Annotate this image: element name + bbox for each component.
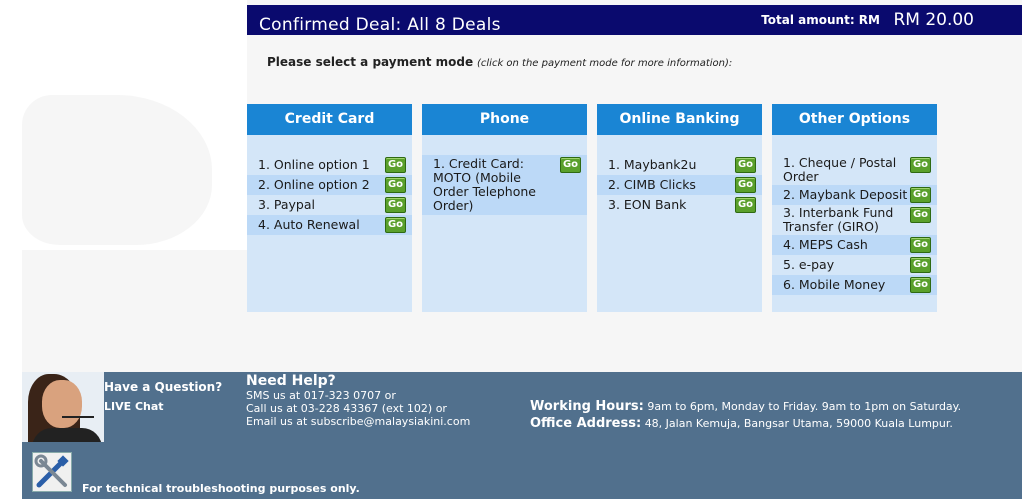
go-button[interactable]: Go bbox=[910, 277, 931, 293]
payment-option[interactable]: 2. Maybank Deposit Go bbox=[772, 185, 937, 205]
help-title: Need Help? bbox=[246, 373, 336, 389]
go-button[interactable]: Go bbox=[735, 177, 756, 193]
option-label: 2. CIMB Clicks bbox=[608, 177, 696, 192]
column-title: Other Options bbox=[772, 104, 937, 135]
option-label: 3. EON Bank bbox=[608, 197, 687, 212]
payment-option[interactable]: 3. EON Bank Go bbox=[597, 195, 762, 215]
option-label: 1. Credit Card: MOTO (Mobile Order Telep… bbox=[433, 156, 536, 213]
payment-column-credit-card: Credit Card 1. Online option 1 Go 2. Onli… bbox=[247, 104, 412, 312]
go-button[interactable]: Go bbox=[560, 157, 581, 173]
option-label: 4. Auto Renewal bbox=[258, 217, 360, 232]
payment-option[interactable]: 3. Interbank Fund Transfer (GIRO) Go bbox=[772, 205, 937, 235]
column-title: Online Banking bbox=[597, 104, 762, 135]
go-button[interactable]: Go bbox=[910, 187, 931, 203]
hours-value: 9am to 6pm, Monday to Friday. 9am to 1pm… bbox=[647, 400, 962, 413]
total-amount-label: Total amount: RM bbox=[761, 13, 880, 27]
option-label: 5. e-pay bbox=[783, 257, 835, 272]
working-hours: Working Hours: 9am to 6pm, Monday to Fri… bbox=[530, 399, 961, 414]
go-button[interactable]: Go bbox=[910, 157, 931, 173]
option-label: 1. Maybank2u bbox=[608, 157, 697, 172]
option-list: 1. Online option 1 Go 2. Online option 2 G… bbox=[247, 155, 412, 235]
option-label: 3. Interbank Fund Transfer (GIRO) bbox=[783, 205, 894, 234]
go-button[interactable]: Go bbox=[735, 197, 756, 213]
column-title: Phone bbox=[422, 104, 587, 135]
troubleshooting-tools-icon[interactable] bbox=[32, 452, 72, 492]
go-button[interactable]: Go bbox=[910, 257, 931, 273]
option-label: 3. Paypal bbox=[258, 197, 316, 212]
right-margin bbox=[1022, 0, 1035, 499]
support-agent-avatar bbox=[22, 372, 104, 442]
go-button[interactable]: Go bbox=[385, 197, 406, 213]
payment-option[interactable]: 2. Online option 2 Go bbox=[247, 175, 412, 195]
question-heading: Have a Question? bbox=[104, 380, 223, 394]
payment-mode-prompt: Please select a payment mode (click on t… bbox=[267, 55, 732, 69]
payment-column-other-options: Other Options 1. Cheque / Postal Order Go… bbox=[772, 104, 937, 312]
prompt-text: Please select a payment mode bbox=[267, 55, 474, 69]
payment-option[interactable]: 2. CIMB Clicks Go bbox=[597, 175, 762, 195]
column-title: Credit Card bbox=[247, 104, 412, 135]
address-label: Office Address: bbox=[530, 416, 642, 431]
email-line: Email us at subscribe@malaysiakini.com bbox=[246, 415, 471, 428]
option-list: 1. Maybank2u Go 2. CIMB Clicks Go 3. EON B… bbox=[597, 155, 762, 215]
go-button[interactable]: Go bbox=[385, 217, 406, 233]
side-decoration bbox=[22, 0, 247, 372]
office-address: Office Address: 48, Jalan Kemuja, Bangsa… bbox=[530, 416, 953, 431]
payment-option[interactable]: 1. Cheque / Postal Order Go bbox=[772, 155, 937, 185]
technical-note: For technical troubleshooting purposes o… bbox=[82, 482, 360, 495]
help-block: Need Help? SMS us at 017-323 0707 or Cal… bbox=[246, 373, 470, 428]
payment-option[interactable]: 4. MEPS Cash Go bbox=[772, 235, 937, 255]
live-chat-link[interactable]: LIVE Chat bbox=[104, 400, 164, 413]
prompt-hint: (click on the payment mode for more info… bbox=[476, 58, 733, 69]
page-title: Confirmed Deal: All 8 Deals bbox=[259, 15, 501, 35]
option-label: 1. Online option 1 bbox=[258, 157, 370, 172]
go-button[interactable]: Go bbox=[385, 177, 406, 193]
hours-label: Working Hours: bbox=[530, 399, 644, 414]
payment-option[interactable]: 3. Paypal Go bbox=[247, 195, 412, 215]
go-button[interactable]: Go bbox=[385, 157, 406, 173]
payment-option[interactable]: 1. Maybank2u Go bbox=[597, 155, 762, 175]
option-list: 1. Credit Card: MOTO (Mobile Order Telep… bbox=[422, 155, 587, 215]
payment-column-online-banking: Online Banking 1. Maybank2u Go 2. CIMB Cl… bbox=[597, 104, 762, 312]
decor-shape bbox=[22, 95, 212, 245]
go-button[interactable]: Go bbox=[735, 157, 756, 173]
option-label: 4. MEPS Cash bbox=[783, 237, 868, 252]
payment-column-phone: Phone 1. Credit Card: MOTO (Mobile Order… bbox=[422, 104, 587, 312]
payment-option[interactable]: 1. Credit Card: MOTO (Mobile Order Telep… bbox=[422, 155, 587, 215]
left-margin bbox=[0, 0, 22, 499]
option-label: 6. Mobile Money bbox=[783, 277, 886, 292]
option-label: 1. Cheque / Postal Order bbox=[783, 155, 897, 184]
go-button[interactable]: Go bbox=[910, 237, 931, 253]
payment-option[interactable]: 4. Auto Renewal Go bbox=[247, 215, 412, 235]
option-list: 1. Cheque / Postal Order Go 2. Maybank De… bbox=[772, 155, 937, 295]
option-label: 2. Online option 2 bbox=[258, 177, 370, 192]
sms-line: SMS us at 017-323 0707 or bbox=[246, 389, 396, 402]
payment-option[interactable]: 5. e-pay Go bbox=[772, 255, 937, 275]
call-line: Call us at 03-228 43367 (ext 102) or bbox=[246, 402, 447, 415]
headset-icon bbox=[62, 416, 94, 418]
deal-header: Confirmed Deal: All 8 Deals Total amount… bbox=[247, 5, 1022, 35]
decor-shape bbox=[22, 250, 247, 372]
total-amount-value: RM 20.00 bbox=[893, 10, 974, 30]
payment-option[interactable]: 1. Online option 1 Go bbox=[247, 155, 412, 175]
option-label: 2. Maybank Deposit bbox=[783, 187, 908, 202]
payment-option[interactable]: 6. Mobile Money Go bbox=[772, 275, 937, 295]
go-button[interactable]: Go bbox=[910, 207, 931, 223]
address-value: 48, Jalan Kemuja, Bangsar Utama, 59000 K… bbox=[644, 417, 953, 430]
support-footer: Have a Question? LIVE Chat Need Help? SM… bbox=[22, 372, 1022, 499]
